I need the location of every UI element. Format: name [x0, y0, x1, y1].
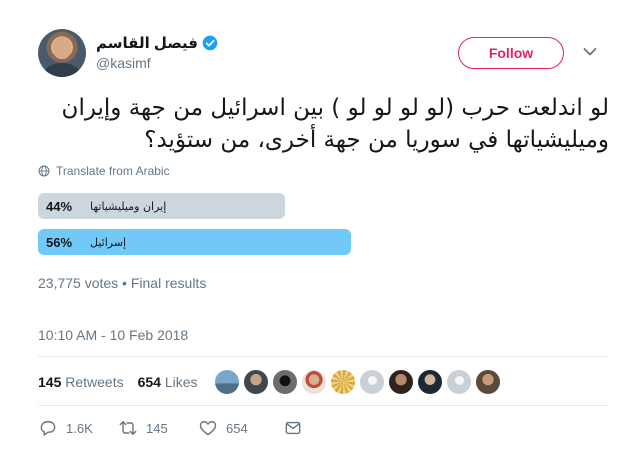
poll-option-percent: 56% — [46, 234, 73, 250]
liker-avatars — [214, 369, 501, 395]
reply-button[interactable]: 1.6K — [38, 418, 118, 438]
tweet-text: لو اندلعت حرب (لو لو لو لو ) بين اسرائيل… — [61, 95, 609, 153]
direct-message-button[interactable] — [283, 418, 303, 438]
translate-label: Translate from Arabic — [56, 164, 170, 178]
like-button[interactable]: 654 — [198, 418, 283, 438]
retweets-stat[interactable]: 145 Retweets — [38, 374, 124, 390]
translate-link[interactable]: Translate from Arabic — [38, 164, 170, 178]
avatar[interactable] — [38, 29, 86, 77]
engagement-stats: 145 Retweets 654 Likes — [38, 374, 198, 390]
poll-option-israel: 56% إسرائيل — [38, 229, 351, 255]
like-count: 654 — [226, 420, 248, 436]
verified-badge-icon — [202, 35, 218, 51]
display-name[interactable]: فيصل القاسم — [96, 34, 198, 52]
author-name-row[interactable]: فيصل القاسم — [96, 34, 218, 52]
liker-avatar[interactable] — [475, 369, 501, 395]
envelope-icon — [285, 421, 301, 435]
action-bar: 1.6K 145 654 — [38, 418, 303, 438]
liker-avatar[interactable] — [446, 369, 472, 395]
liker-avatar[interactable] — [214, 369, 240, 395]
liker-avatar[interactable] — [330, 369, 356, 395]
liker-avatar[interactable] — [417, 369, 443, 395]
divider — [38, 405, 609, 406]
retweet-count: 145 — [146, 420, 168, 436]
divider — [38, 356, 609, 357]
poll-summary: 23,775 votes • Final results — [38, 275, 207, 291]
avatar-face — [53, 37, 71, 59]
liker-avatar[interactable] — [359, 369, 385, 395]
chevron-down-icon[interactable] — [583, 47, 597, 57]
retweets-label: Retweets — [65, 374, 124, 390]
liker-avatar[interactable] — [388, 369, 414, 395]
liker-avatar[interactable] — [243, 369, 269, 395]
retweet-button[interactable]: 145 — [118, 418, 198, 438]
retweets-count: 145 — [38, 374, 62, 390]
globe-icon — [38, 165, 50, 177]
likes-stat[interactable]: 654 Likes — [138, 374, 198, 390]
liker-avatar[interactable] — [272, 369, 298, 395]
likes-label: Likes — [164, 374, 198, 390]
reply-count: 1.6K — [66, 420, 93, 436]
reply-icon — [40, 421, 56, 436]
poll-option-percent: 44% — [46, 198, 73, 214]
heart-icon — [199, 421, 217, 436]
retweet-icon — [119, 421, 137, 435]
poll-option-label: إسرائيل — [90, 235, 127, 249]
tweet-timestamp[interactable]: 10:10 AM - 10 Feb 2018 — [38, 327, 188, 343]
poll-option-iran: 44% إيران وميليشياتها — [38, 193, 285, 219]
poll-option-label: إيران وميليشياتها — [90, 199, 167, 213]
follow-button[interactable]: Follow — [458, 37, 564, 69]
liker-avatar[interactable] — [301, 369, 327, 395]
user-handle[interactable]: @kasimf — [96, 55, 151, 71]
likes-count: 654 — [137, 374, 161, 390]
avatar-shoulders — [44, 63, 80, 77]
